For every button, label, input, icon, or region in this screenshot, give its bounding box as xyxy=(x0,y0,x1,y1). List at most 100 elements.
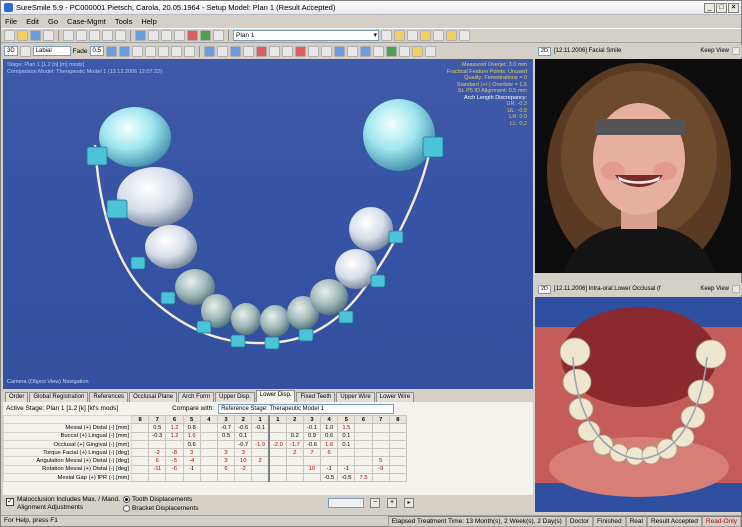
tab-lower-disp[interactable]: Lower Disp. xyxy=(255,390,296,402)
tooth-header[interactable]: 7 xyxy=(148,414,167,425)
open-icon[interactable] xyxy=(17,30,28,41)
table-cell[interactable] xyxy=(285,473,304,483)
table-cell[interactable]: 0.8 xyxy=(182,423,201,433)
fade-select[interactable]: 0.5 xyxy=(89,46,104,56)
measure-icon[interactable] xyxy=(255,45,267,57)
wire-icon[interactable] xyxy=(183,45,195,57)
top-view-icon[interactable] xyxy=(229,45,241,57)
bite-icon[interactable] xyxy=(131,45,143,57)
redo-icon[interactable] xyxy=(115,30,126,41)
tooth-header[interactable]: 6 xyxy=(354,414,373,425)
tooth-header[interactable]: 5 xyxy=(337,414,356,425)
tooth-header[interactable]: 2 xyxy=(234,414,253,425)
window-icon[interactable] xyxy=(213,30,224,41)
print-icon[interactable] xyxy=(43,30,54,41)
view-select[interactable]: Labial xyxy=(32,46,71,56)
table-cell[interactable] xyxy=(251,473,270,483)
table-cell[interactable] xyxy=(354,431,373,441)
superimpose-icon[interactable] xyxy=(333,45,345,57)
tab-global-registration[interactable]: Global Registration xyxy=(29,392,89,402)
3d-viewer[interactable]: Stage: Plan 1 [1.2 [n] [m] mods] Compari… xyxy=(3,59,533,389)
teeth-icon[interactable] xyxy=(144,45,156,57)
table-cell[interactable] xyxy=(267,473,287,483)
table-cell[interactable]: -2 xyxy=(148,448,167,458)
tab-references[interactable]: References xyxy=(89,392,129,402)
image-icon[interactable] xyxy=(174,30,185,41)
table-cell[interactable] xyxy=(267,431,287,441)
table-cell[interactable]: 5 xyxy=(371,456,390,466)
tooth-header[interactable]: 7 xyxy=(371,414,390,425)
table-cell[interactable]: 7 xyxy=(302,448,322,458)
collision-icon[interactable] xyxy=(307,45,319,57)
table-cell[interactable]: -5 xyxy=(165,456,184,466)
copy-icon[interactable] xyxy=(76,30,87,41)
table-cell[interactable] xyxy=(354,423,373,433)
table-cell[interactable] xyxy=(285,423,304,433)
more-icon[interactable] xyxy=(424,45,436,57)
photo-bottom-menu-icon[interactable] xyxy=(732,285,740,293)
table-cell[interactable]: 1.5 xyxy=(337,423,356,433)
tab-order[interactable]: Order xyxy=(5,392,29,402)
table-cell[interactable] xyxy=(216,439,236,450)
table-cell[interactable]: 1.6 xyxy=(182,431,201,441)
camera-icon[interactable] xyxy=(359,45,371,57)
table-cell[interactable] xyxy=(388,473,408,483)
tooth-header[interactable]: 1 xyxy=(251,414,270,425)
tooth-header[interactable]: 8 xyxy=(130,414,150,425)
table-cell[interactable]: 6 xyxy=(216,464,236,475)
table-cell[interactable] xyxy=(371,439,390,450)
tooth-header[interactable]: 4 xyxy=(199,414,218,425)
minimize-button[interactable]: _ xyxy=(704,3,715,13)
table-cell[interactable] xyxy=(234,473,253,483)
table-cell[interactable] xyxy=(388,456,408,466)
maximize-button[interactable]: □ xyxy=(716,3,727,13)
table-cell[interactable]: 0.5 xyxy=(148,423,167,433)
facial-photo[interactable] xyxy=(535,59,742,273)
note-icon[interactable] xyxy=(411,45,423,57)
view-mode-select[interactable]: 3D xyxy=(4,46,18,56)
table-cell[interactable] xyxy=(388,464,408,475)
table-cell[interactable] xyxy=(199,473,218,483)
table-cell[interactable] xyxy=(320,456,339,466)
table-cell[interactable]: -1 xyxy=(337,464,356,475)
table-cell[interactable]: 3 xyxy=(234,448,253,458)
tooth-header[interactable]: 6 xyxy=(165,414,184,425)
table-cell[interactable]: -1.9 xyxy=(251,439,270,450)
photo-bottom-keepview[interactable]: Keep View xyxy=(700,286,729,292)
table-cell[interactable] xyxy=(267,423,287,433)
table-cell[interactable]: 0.9 xyxy=(302,431,322,441)
tooth-header[interactable]: 4 xyxy=(320,414,339,425)
table-cell[interactable] xyxy=(165,439,184,450)
table-cell[interactable]: 1.0 xyxy=(320,423,339,433)
table-cell[interactable] xyxy=(251,464,270,475)
table-cell[interactable] xyxy=(148,473,167,483)
table-cell[interactable] xyxy=(216,473,236,483)
close-button[interactable]: × xyxy=(728,3,739,13)
table-cell[interactable] xyxy=(371,448,390,458)
gingiva-icon[interactable] xyxy=(157,45,169,57)
table-cell[interactable] xyxy=(371,473,390,483)
plan-select[interactable]: Plan 1 xyxy=(233,30,379,41)
plan-copy-icon[interactable] xyxy=(420,30,431,41)
table-cell[interactable] xyxy=(267,464,287,475)
marker-icon[interactable] xyxy=(294,45,306,57)
table-cell[interactable] xyxy=(354,448,373,458)
table-cell[interactable]: -0.5 xyxy=(320,473,339,483)
overlay-icon[interactable] xyxy=(320,45,332,57)
table-cell[interactable]: 1.2 xyxy=(165,423,184,433)
menu-case-mgmt[interactable]: Case-Mgmt xyxy=(67,17,106,26)
light-icon[interactable] xyxy=(372,45,384,57)
menu-help[interactable]: Help xyxy=(141,17,156,26)
grid-icon[interactable] xyxy=(148,30,159,41)
table-cell[interactable] xyxy=(285,464,304,475)
table-cell[interactable] xyxy=(199,456,218,466)
table-cell[interactable]: -0.7 xyxy=(234,439,253,450)
table-cell[interactable]: 0.2 xyxy=(285,431,304,441)
table-cell[interactable] xyxy=(130,464,150,475)
table-cell[interactable]: -0.1 xyxy=(302,423,322,433)
table-cell[interactable] xyxy=(285,456,304,466)
tab-fixed-teeth[interactable]: Fixed Teeth xyxy=(296,392,336,402)
table-cell[interactable] xyxy=(371,431,390,441)
tab-occlusal-plane[interactable]: Occlusal Plane xyxy=(129,392,178,402)
section-icon[interactable] xyxy=(268,45,280,57)
